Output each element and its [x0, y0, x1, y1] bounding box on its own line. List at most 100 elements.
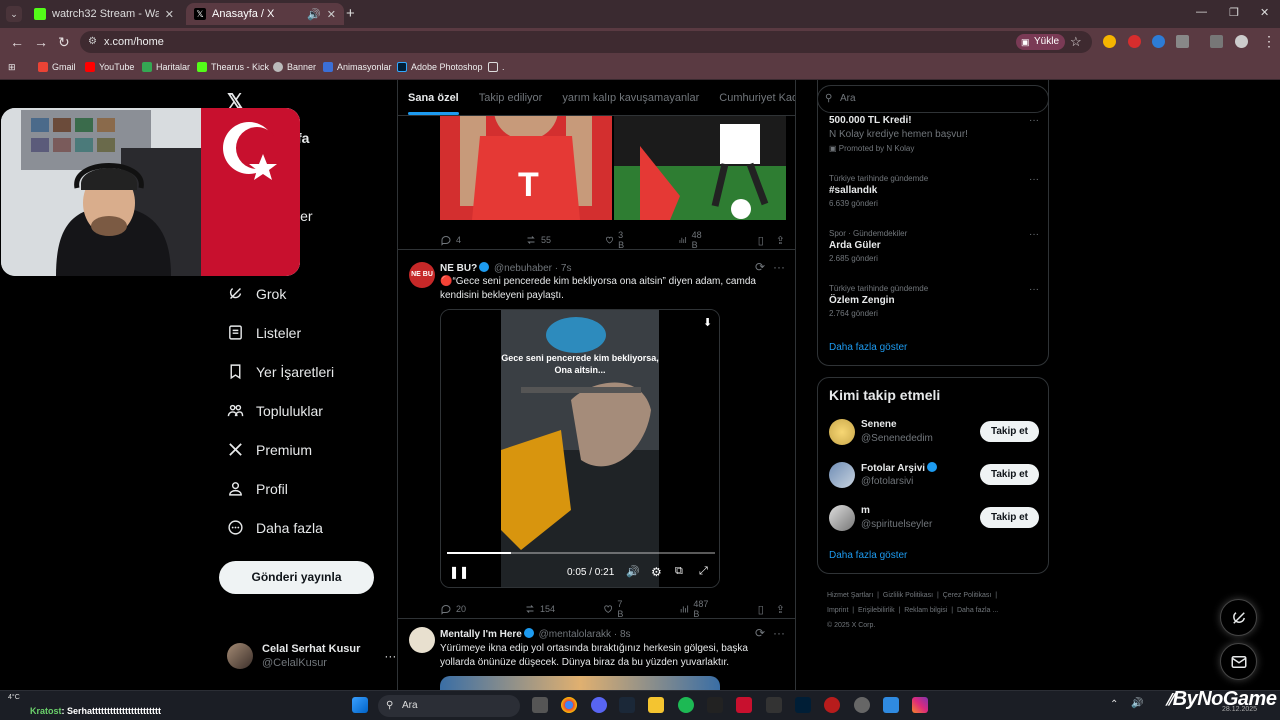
tweet-time[interactable]: 8s: [620, 629, 631, 640]
star-icon[interactable]: ☆: [1070, 34, 1082, 50]
bookmark-photoshop[interactable]: Adobe Photoshop: [397, 62, 483, 72]
steam-icon[interactable]: [619, 697, 635, 713]
volume-icon[interactable]: 🔊: [1131, 698, 1143, 709]
close-icon[interactable]: ✕: [165, 8, 174, 21]
show-more-trends-link[interactable]: Daha fazla göster: [829, 342, 907, 353]
footer-link[interactable]: Hizmet Şartları: [827, 592, 873, 599]
bookmark-icon[interactable]: ▯: [758, 234, 764, 247]
like-button[interactable]: 3 B: [605, 230, 628, 250]
follow-button[interactable]: Takip et: [980, 464, 1039, 485]
close-window-button[interactable]: ✕: [1260, 6, 1269, 19]
tweet-time[interactable]: 7s: [561, 263, 572, 274]
nav-communities[interactable]: Topluluklar: [227, 402, 323, 419]
bookmark-youtube[interactable]: YouTube: [85, 62, 134, 72]
site-info-icon[interactable]: ⚙: [88, 31, 97, 53]
extensions-puzzle-icon[interactable]: [1176, 35, 1189, 48]
tab-kick-stream[interactable]: watrch32 Stream - Watch Live o ✕: [26, 3, 182, 25]
fullscreen-icon[interactable]: ⤢: [699, 565, 708, 578]
more-horizontal-icon[interactable]: ···: [384, 649, 396, 663]
share-icon[interactable]: ⇪: [776, 603, 785, 616]
apps-grid-icon[interactable]: ⊞: [8, 62, 16, 73]
like-button[interactable]: 7 B: [603, 599, 629, 619]
tab-following[interactable]: Takip ediliyor: [469, 80, 553, 115]
bookmark-gmail[interactable]: Gmail: [38, 62, 76, 72]
footer-link[interactable]: Imprint: [827, 607, 848, 614]
footer-link[interactable]: Daha fazla ...: [957, 607, 998, 614]
author-handle[interactable]: @nebuhaber: [494, 263, 552, 274]
post-button[interactable]: Gönderi yayınla: [219, 561, 374, 594]
more-horizontal-icon[interactable]: ···: [773, 626, 785, 640]
show-more-follow-link[interactable]: Daha fazla göster: [829, 550, 907, 561]
tweet[interactable]: NE BU NE BU? @nebuhaber · 7s ⟳ ··· 🔴“Gec…: [398, 250, 795, 619]
grok-analyze-icon[interactable]: ⟳: [755, 260, 765, 274]
volume-icon[interactable]: 🔊: [626, 565, 640, 578]
kebab-menu-icon[interactable]: ⋮: [1262, 33, 1276, 50]
tab-search-button[interactable]: ⌄: [6, 6, 22, 22]
avatar[interactable]: [409, 627, 435, 653]
app-icon[interactable]: [824, 697, 840, 713]
download-icon[interactable]: ⬇: [703, 316, 712, 329]
nav-bookmarks[interactable]: Yer İşaretleri: [227, 363, 334, 380]
messages-floating-button[interactable]: [1220, 643, 1257, 680]
extension-icon[interactable]: [1103, 35, 1116, 48]
footer-link[interactable]: Reklam bilgisi: [904, 607, 947, 614]
more-horizontal-icon[interactable]: ···: [1029, 284, 1039, 295]
bookmark-animations[interactable]: Animasyonlar: [323, 62, 392, 72]
epic-games-icon[interactable]: [766, 697, 782, 713]
upload-button[interactable]: ▣ Yükle: [1016, 34, 1066, 50]
follow-button[interactable]: Takip et: [980, 507, 1039, 528]
promoted-trend[interactable]: 500.000 TL Kredi! N Kolay krediye hemen …: [829, 115, 1039, 153]
more-horizontal-icon[interactable]: ···: [1029, 174, 1039, 185]
new-tab-button[interactable]: +: [346, 5, 355, 22]
nav-profile[interactable]: Profil: [227, 480, 288, 497]
footer-link[interactable]: Gizlilik Politikası: [883, 592, 933, 599]
share-icon[interactable]: ⇪: [776, 234, 785, 247]
more-horizontal-icon[interactable]: ···: [1029, 229, 1039, 240]
media-control-icon[interactable]: [1210, 35, 1223, 48]
instagram-icon[interactable]: [912, 697, 928, 713]
tweet[interactable]: Mentally I'm Here @mentalolarakk · 8s ⟳ …: [398, 619, 795, 690]
reload-icon[interactable]: ↻: [58, 34, 70, 51]
settings-icon[interactable]: ⚙: [651, 565, 662, 579]
author-name[interactable]: NE BU?: [440, 263, 477, 274]
capcut-icon[interactable]: [707, 697, 723, 713]
photos-icon[interactable]: [883, 697, 899, 713]
bookmark-icon[interactable]: ▯: [758, 603, 764, 616]
repost-button[interactable]: 55: [525, 234, 551, 246]
tab-x-home[interactable]: 𝕏 Anasayfa / X 🔊 ✕: [186, 3, 344, 25]
task-view-icon[interactable]: [532, 697, 548, 713]
author-name[interactable]: Mentally I'm Here: [440, 629, 522, 640]
more-horizontal-icon[interactable]: ···: [1029, 115, 1039, 126]
trend-item[interactable]: Türkiye tarihinde gündemde #sallandık 6.…: [829, 174, 1039, 208]
author-handle[interactable]: @mentalolarakk: [539, 629, 611, 640]
tab-for-you[interactable]: Sana özel: [398, 80, 469, 115]
tweet-image[interactable]: [440, 676, 720, 690]
photoshop-icon[interactable]: [795, 697, 811, 713]
weather-widget[interactable]: 4°C: [8, 694, 20, 701]
video-player[interactable]: Gece seni pencerede kim bekliyorsa, Ona …: [440, 309, 720, 588]
bookmark-maps[interactable]: Haritalar: [142, 62, 190, 72]
views-button[interactable]: 48 B: [678, 230, 705, 250]
forward-icon[interactable]: →: [34, 34, 48, 50]
bookmark-banner[interactable]: Banner: [273, 62, 316, 72]
picture-in-picture-icon[interactable]: ⧉: [675, 565, 683, 578]
account-switcher[interactable]: Celal Serhat Kusur @CelalKusur ···: [227, 643, 396, 669]
follow-suggestion[interactable]: Fotolar Arşivi @fotolarsivi Takip et: [829, 462, 1039, 490]
profile-avatar-icon[interactable]: [1235, 35, 1248, 48]
bookmark-kick[interactable]: Thearus - Kick: [197, 62, 269, 72]
reply-button[interactable]: 4: [440, 234, 461, 246]
pause-icon[interactable]: ❚❚: [449, 565, 469, 579]
trend-item[interactable]: Spor · Gündemdekiler Arda Güler 2.685 gö…: [829, 229, 1039, 263]
windows-start-icon[interactable]: [352, 697, 368, 713]
footer-link[interactable]: Çerez Politikası: [943, 592, 992, 599]
tab-list-1[interactable]: yarım kalıp kavuşamayanlar: [552, 80, 709, 115]
tray-overflow-icon[interactable]: ⌃: [1110, 699, 1118, 710]
back-icon[interactable]: ←: [10, 34, 24, 50]
footer-link[interactable]: Erişilebilirlik: [858, 607, 895, 614]
extension-icon[interactable]: [1152, 35, 1165, 48]
video-progress-track[interactable]: [447, 552, 715, 554]
nav-grok[interactable]: Grok: [227, 285, 286, 302]
restore-button[interactable]: ❐: [1229, 6, 1239, 19]
chrome-icon[interactable]: [561, 697, 577, 713]
discord-icon[interactable]: [591, 697, 607, 713]
